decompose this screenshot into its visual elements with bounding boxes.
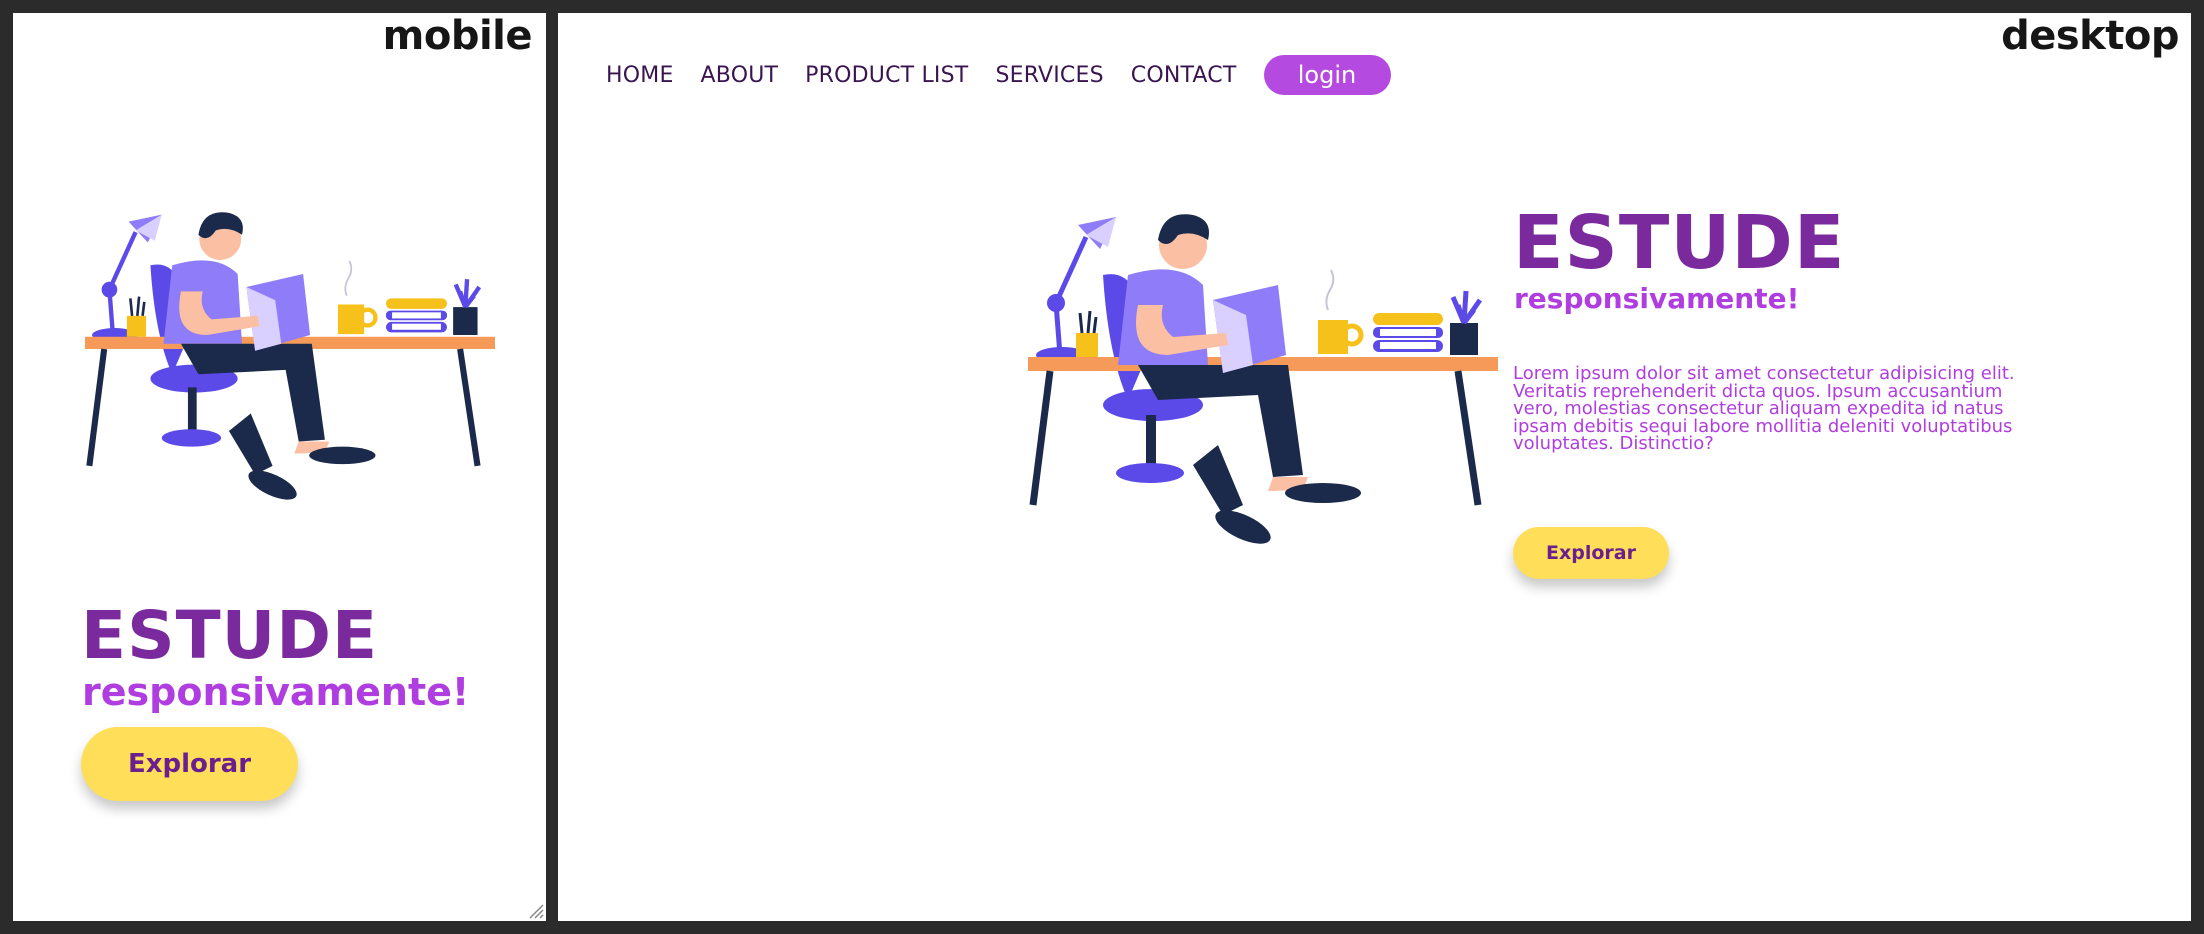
hero-subtitle: responsivamente!	[82, 670, 470, 714]
resize-grip-icon[interactable]	[526, 901, 544, 919]
person-reading-illustration	[85, 212, 495, 500]
person-reading-illustration	[1028, 214, 1498, 544]
desktop-viewport: desktop HOME ABOUT PRODUCT LIST SERVICES…	[558, 13, 2191, 921]
nav-item-services[interactable]: SERVICES	[995, 63, 1103, 88]
illustration-art	[1028, 214, 1498, 544]
nav-item-contact[interactable]: CONTACT	[1131, 63, 1237, 88]
login-button[interactable]: login	[1263, 55, 1391, 95]
top-navigation: HOME ABOUT PRODUCT LIST SERVICES CONTACT…	[606, 55, 1391, 95]
mobile-label: mobile	[382, 13, 533, 59]
desktop-label: desktop	[2001, 13, 2179, 59]
illustration-art	[85, 212, 495, 500]
hero-title: ESTUDE	[1513, 200, 1846, 286]
nav-item-home[interactable]: HOME	[606, 63, 674, 88]
explore-button[interactable]: Explorar	[81, 727, 298, 801]
explore-button[interactable]: Explorar	[1513, 527, 1669, 579]
mobile-viewport: mobile ESTUDE responsivamente! Explorar	[13, 13, 546, 921]
hero-subtitle: responsivamente!	[1514, 282, 1800, 315]
nav-item-about[interactable]: ABOUT	[701, 63, 779, 88]
hero-description: Lorem ipsum dolor sit amet consectetur a…	[1513, 363, 2015, 454]
hero-title: ESTUDE	[81, 597, 379, 674]
nav-item-product-list[interactable]: PRODUCT LIST	[805, 63, 968, 88]
